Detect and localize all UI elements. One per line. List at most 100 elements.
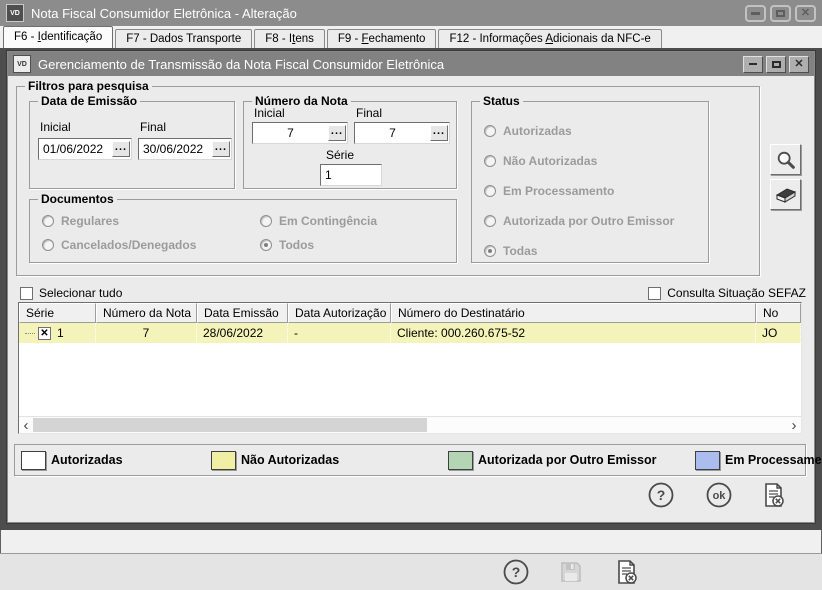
cell-serie: ✕ 1	[19, 323, 96, 343]
maximize-icon	[776, 10, 785, 17]
window-title: Nota Fiscal Consumidor Eletrônica - Alte…	[31, 6, 297, 21]
numero-nota-final-value: 7	[355, 126, 430, 140]
tab-f6-identificacao[interactable]: F6 - Identificação	[3, 26, 113, 48]
scroll-left-arrow[interactable]: ‹	[19, 417, 33, 433]
dialog-close-button[interactable]: ✕	[789, 56, 809, 73]
app-icon: VD	[6, 4, 24, 22]
consulta-sefaz-checkbox[interactable]: Consulta Situação SEFAZ	[648, 286, 806, 300]
dialog-maximize-button[interactable]	[766, 56, 786, 73]
legend-swatch	[211, 451, 236, 470]
ok-button[interactable]: ok	[704, 480, 734, 510]
tab-label: F	[362, 33, 369, 45]
tab-f7-dados-transporte[interactable]: F7 - Dados Transporte	[115, 29, 252, 48]
document-cancel-icon	[759, 481, 787, 509]
column-header-data-emissao[interactable]: Data Emissão	[197, 303, 288, 323]
horizontal-scrollbar[interactable]: ‹ ›	[19, 416, 801, 433]
serie-value: 1	[57, 326, 64, 340]
radio-label: Todos	[279, 238, 314, 252]
legend-item-em-processamento: Em Processamento	[695, 451, 822, 470]
radio-icon	[260, 215, 272, 227]
legend-swatch	[695, 451, 720, 470]
minimize-button[interactable]	[745, 5, 766, 22]
numero-nota-final-field[interactable]: 7 ...	[354, 122, 450, 144]
radio-icon	[484, 215, 496, 227]
dialog-body: Filtros para pesquisa Data de Emissão In…	[8, 76, 814, 522]
cell-data-autorizacao: -	[288, 323, 391, 343]
grid-row[interactable]: ✕ 1 7 28/06/2022 - Cliente: 000.260.675-…	[19, 323, 801, 343]
serie-label: Série	[326, 148, 354, 162]
grid-header: Série Número da Nota Data Emissão Data A…	[19, 303, 801, 323]
maximize-button[interactable]	[770, 5, 791, 22]
tab-label: A	[545, 33, 553, 45]
radio-cancelados-denegados: Cancelados/Denegados	[42, 238, 196, 252]
tab-bar: F6 - Identificação F7 - Dados Transporte…	[0, 26, 822, 48]
dialog-minimize-button[interactable]	[743, 56, 763, 73]
help-icon: ?	[502, 558, 530, 586]
checkbox-icon	[20, 287, 33, 300]
search-button[interactable]	[770, 144, 801, 175]
legend-label: Autorizadas	[51, 453, 123, 467]
select-all-checkbox[interactable]: Selecionar tudo	[20, 286, 122, 300]
cell-destinatario: Cliente: 000.260.675-52	[391, 323, 756, 343]
scrollbar-thumb[interactable]	[33, 418, 427, 432]
checkbox-icon	[648, 287, 661, 300]
data-emissao-title: Data de Emissão	[38, 94, 140, 108]
cancel-document-button[interactable]	[611, 557, 641, 587]
column-header-destinatario[interactable]: Número do Destinatário	[391, 303, 756, 323]
status-legend: Autorizadas Não Autorizadas Autorizada p…	[14, 444, 806, 476]
legend-item-autorizadas: Autorizadas	[21, 451, 211, 470]
column-header-data-autorizacao[interactable]: Data Autorização	[288, 303, 391, 323]
dialog-help-button[interactable]: ?	[646, 480, 676, 510]
eraser-icon	[774, 183, 798, 207]
final-label: Final	[356, 106, 382, 120]
tab-f9-fechamento[interactable]: F9 - Fechamento	[327, 29, 437, 48]
documentos-title: Documentos	[38, 192, 117, 206]
data-emissao-final-field[interactable]: 30/06/2022 ...	[138, 138, 232, 160]
consulta-sefaz-label: Consulta Situação SEFAZ	[667, 286, 806, 300]
inicial-label: Inicial	[254, 106, 285, 120]
lookup-picker-button[interactable]: ...	[328, 125, 346, 141]
column-header-nome[interactable]: No	[756, 303, 801, 323]
status-title: Status	[480, 94, 523, 108]
select-all-label: Selecionar tudo	[39, 286, 122, 300]
scroll-right-arrow[interactable]: ›	[787, 417, 801, 433]
tab-f12-informacoes-adicionais[interactable]: F12 - Informações Adicionais da NFC-e	[438, 29, 661, 48]
bottom-toolbar: ?	[0, 553, 822, 590]
numero-nota-groupbox: Número da Nota Inicial Final 7 ... 7 ...…	[243, 101, 457, 189]
lookup-picker-button[interactable]: ...	[430, 125, 448, 141]
final-label: Final	[140, 120, 166, 134]
legend-item-autorizada-outro-emissor: Autorizada por Outro Emissor	[448, 451, 695, 470]
tab-label: F12 - Informações	[449, 33, 545, 45]
clear-button[interactable]	[770, 179, 801, 210]
numero-nota-inicial-value: 7	[253, 126, 328, 140]
tab-label: dentificação	[41, 31, 102, 43]
legend-swatch	[448, 451, 473, 470]
search-icon	[775, 149, 797, 171]
radio-label: Cancelados/Denegados	[61, 238, 196, 252]
date-picker-button[interactable]: ...	[212, 141, 230, 157]
tab-label: ens	[295, 33, 314, 45]
radio-icon	[260, 239, 272, 251]
date-picker-button[interactable]: ...	[112, 141, 130, 157]
minimize-icon	[749, 63, 757, 65]
tab-label: F7 - Dados Transporte	[126, 33, 241, 45]
cell-data-emissao: 28/06/2022	[197, 323, 288, 343]
close-button[interactable]: ✕	[795, 5, 816, 22]
tab-f8-itens[interactable]: F8 - Itens	[254, 29, 325, 48]
data-emissao-inicial-field[interactable]: 01/06/2022 ...	[38, 138, 132, 160]
column-header-serie[interactable]: Série	[19, 303, 96, 323]
radio-autorizada-outro-emissor: Autorizada por Outro Emissor	[484, 214, 674, 228]
help-button[interactable]: ?	[501, 557, 531, 587]
radio-label: Não Autorizadas	[503, 154, 597, 168]
cell-nome: JO	[756, 323, 801, 343]
documents-grid: Série Número da Nota Data Emissão Data A…	[18, 302, 802, 434]
radio-icon	[42, 239, 54, 251]
radio-label: Autorizadas	[503, 124, 572, 138]
numero-nota-inicial-field[interactable]: 7 ...	[252, 122, 348, 144]
row-checkbox[interactable]: ✕	[38, 327, 51, 340]
dialog-cancel-document-button[interactable]	[758, 480, 788, 510]
serie-field[interactable]: 1	[320, 164, 382, 186]
maximize-icon	[772, 61, 781, 68]
dialog-title: Gerenciamento de Transmissão da Nota Fis…	[38, 57, 444, 72]
column-header-numero-nota[interactable]: Número da Nota	[96, 303, 197, 323]
